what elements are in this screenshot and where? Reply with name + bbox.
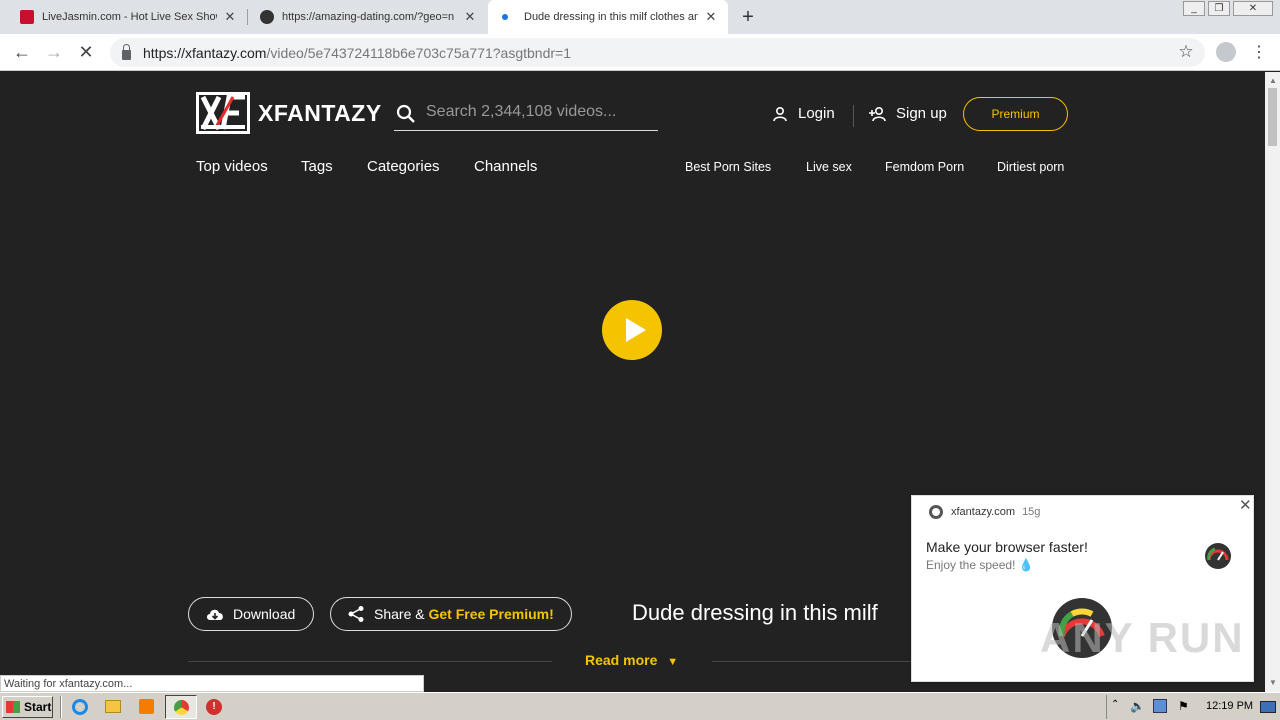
download-label: Download (233, 606, 296, 622)
scroll-down-arrow-icon[interactable]: ▼ (1269, 678, 1277, 687)
signup-label: Sign up (896, 105, 947, 122)
video-title: Dude dressing in this milf (632, 600, 878, 625)
divider-left (188, 661, 552, 662)
signup-link[interactable]: Sign up (868, 105, 947, 122)
login-link[interactable]: Login (772, 105, 835, 122)
nav-tags[interactable]: Tags (301, 158, 333, 175)
site-logo-text[interactable]: XFANTAZY (258, 100, 382, 127)
stop-loading-icon[interactable]: ✕ (75, 42, 97, 63)
volume-icon[interactable]: 🔈 (1130, 699, 1145, 713)
minimize-button[interactable]: _ (1183, 1, 1205, 16)
menu-kebab-icon[interactable]: ⋮ (1248, 42, 1270, 62)
anyrun-watermark: ANY RUN (1040, 614, 1245, 661)
close-tab-icon[interactable]: ✕ (463, 9, 477, 25)
maximize-button[interactable]: ❐ (1208, 1, 1230, 16)
url-host: https://xfantazy.com (143, 44, 267, 61)
clock: 12:19 PM (1206, 700, 1254, 712)
scrollbar-thumb[interactable] (1268, 88, 1277, 146)
close-window-button[interactable]: ✕ (1233, 1, 1273, 16)
download-button[interactable]: Download (188, 597, 314, 631)
share-premium-highlight: Get Free Premium! (428, 606, 554, 622)
tab-livejasmin[interactable]: LiveJasmin.com - Hot Live Sex Shows ✕ (10, 0, 247, 34)
action-center-flag-icon[interactable]: ⚑ (1178, 699, 1192, 713)
add-user-icon (869, 106, 886, 121)
share-label: Share & (374, 606, 425, 622)
windows-taskbar: Start ! ⌃ 🔈 ⚑ 12:19 PM (0, 692, 1280, 720)
nav-best-porn-sites[interactable]: Best Porn Sites (685, 160, 771, 174)
video-play-button[interactable] (602, 300, 662, 360)
close-tab-icon[interactable]: ✕ (223, 9, 237, 25)
site-logo-mark[interactable] (196, 92, 250, 134)
show-desktop-icon[interactable] (1260, 701, 1276, 713)
start-button[interactable]: Start (2, 696, 53, 718)
bookmark-star-icon[interactable]: ☆ (1175, 42, 1197, 62)
address-bar[interactable]: https://xfantazy.com/video/5e743724118b6… (110, 38, 1205, 67)
login-label: Login (798, 105, 835, 122)
internet-explorer-icon[interactable] (72, 699, 88, 715)
tab-strip: LiveJasmin.com - Hot Live Sex Shows ✕ ht… (0, 0, 1280, 34)
tab-title: Dude dressing in this milf clothes and (524, 11, 698, 23)
xf-logo-icon (200, 94, 245, 131)
source-domain: xfantazy.com (951, 506, 1015, 518)
push-notification[interactable]: xfantazy.com 15g ✕ Make your browser fas… (911, 495, 1254, 682)
forward-arrow-icon[interactable]: → (43, 42, 65, 63)
user-icon (773, 106, 787, 121)
nav-live-sex[interactable]: Live sex (806, 160, 852, 174)
scroll-up-arrow-icon[interactable]: ▲ (1269, 76, 1277, 85)
quicklaunch-divider (60, 696, 62, 718)
cloud-download-icon (207, 609, 223, 620)
tab-amazing-dating[interactable]: https://amazing-dating.com/?geo=n ✕ (250, 0, 487, 34)
notification-body: Enjoy the speed! 💧 (926, 558, 1034, 572)
tray-divider (1106, 695, 1107, 719)
tab-xfantazy-active[interactable]: Dude dressing in this milf clothes and ✕ (488, 0, 728, 34)
file-explorer-icon[interactable] (105, 700, 121, 713)
tray-expand-icon[interactable]: ⌃ (1111, 699, 1125, 713)
chrome-icon (929, 505, 943, 519)
tab-title: https://amazing-dating.com/?geo=n (282, 11, 455, 23)
search-input[interactable] (426, 101, 654, 123)
livejasmin-favicon-icon (20, 10, 34, 24)
close-notification-icon[interactable]: ✕ (1239, 496, 1252, 514)
lock-icon (122, 43, 131, 60)
dating-favicon-icon (260, 10, 274, 24)
notification-source: xfantazy.com 15g (951, 506, 1040, 518)
close-tab-icon[interactable]: ✕ (704, 9, 718, 25)
media-player-icon[interactable] (139, 699, 154, 714)
nav-top-videos[interactable]: Top videos (196, 158, 268, 175)
new-tab-button[interactable]: + (738, 6, 758, 29)
taskbar-chrome-button[interactable] (165, 695, 197, 719)
nav-categories[interactable]: Categories (367, 158, 440, 175)
search-box (394, 92, 658, 131)
notification-age: 15g (1022, 506, 1041, 518)
network-icon[interactable] (1153, 699, 1167, 713)
profile-avatar-icon[interactable] (1216, 42, 1236, 62)
nav-dirtiest-porn[interactable]: Dirtiest porn (997, 160, 1064, 174)
search-icon[interactable] (396, 104, 416, 124)
share-icon (348, 606, 364, 622)
browser-toolbar: ← → ✕ https://xfantazy.com/video/5e74372… (0, 34, 1280, 71)
url-path: /video/5e743724118b6e703c75a771?asgtbndr… (266, 44, 571, 61)
page-scrollbar[interactable]: ▲ ▼ (1265, 72, 1280, 692)
premium-button[interactable]: Premium (963, 97, 1068, 131)
loading-spinner-icon (502, 14, 508, 20)
share-button[interactable]: Share & Get Free Premium! (330, 597, 572, 631)
stop-app-icon[interactable]: ! (206, 699, 222, 715)
chevron-down-icon: ▼ (667, 656, 679, 668)
status-bar: Waiting for xfantazy.com... (0, 675, 424, 692)
tab-divider (247, 9, 248, 25)
read-more-link[interactable]: Read more ▼ (585, 652, 678, 668)
chrome-taskbar-icon (174, 700, 189, 715)
header-divider (853, 105, 854, 127)
divider-right (712, 661, 912, 662)
tab-title: LiveJasmin.com - Hot Live Sex Shows (42, 11, 217, 23)
back-arrow-icon[interactable]: ← (11, 42, 33, 63)
nav-channels[interactable]: Channels (474, 158, 537, 175)
windows-logo-icon (6, 701, 20, 713)
speedometer-small-icon (1205, 543, 1231, 569)
read-more-label: Read more (585, 652, 658, 668)
notification-title: Make your browser faster! (926, 539, 1088, 555)
start-label: Start (24, 700, 52, 714)
nav-femdom-porn[interactable]: Femdom Porn (885, 160, 964, 174)
